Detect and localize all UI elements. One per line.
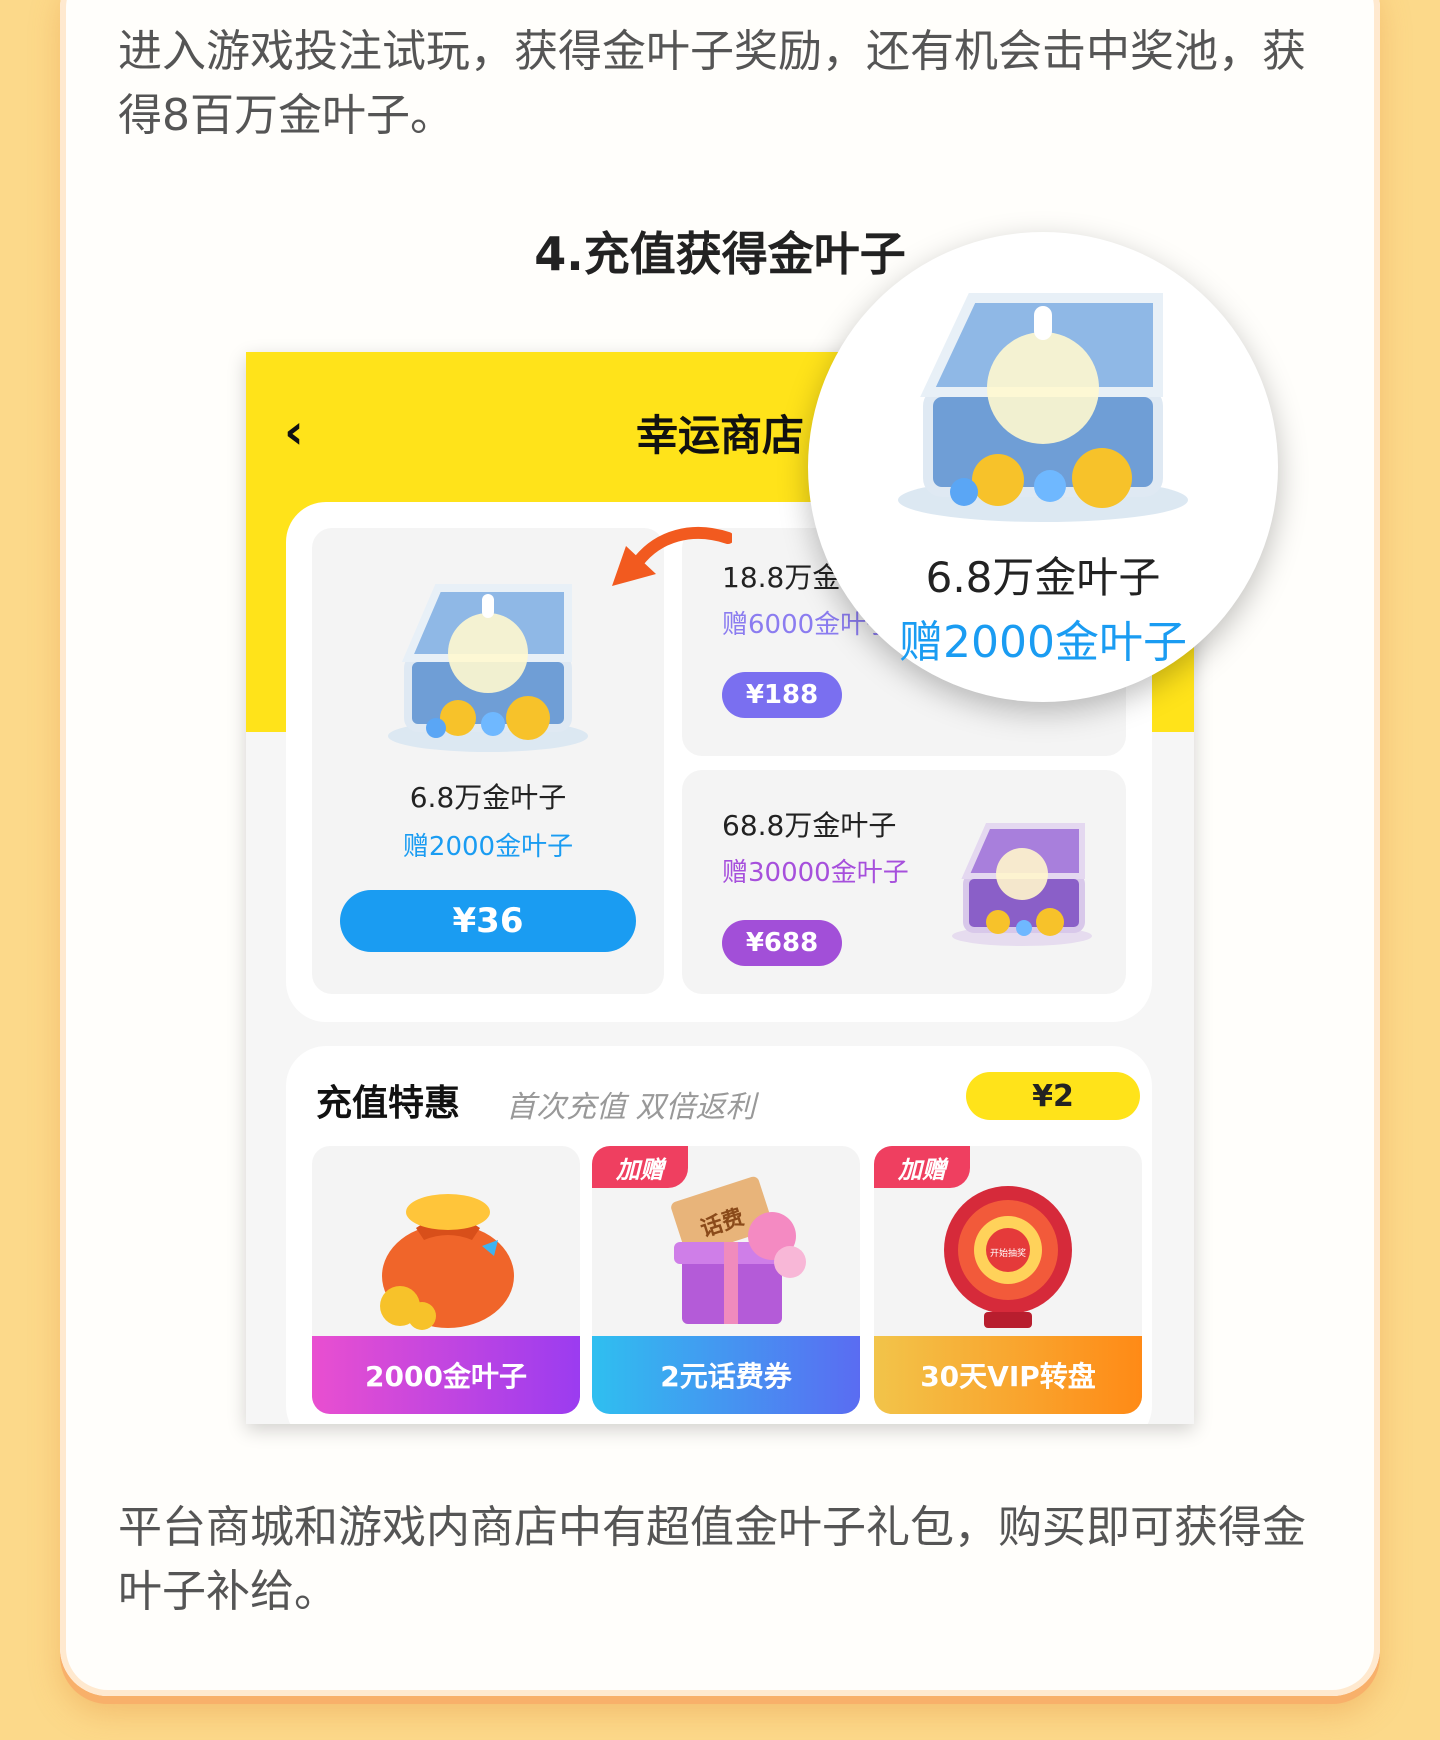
wheel-center-text: 开始抽奖	[990, 1247, 1026, 1259]
buy-button[interactable]: ¥36	[340, 890, 636, 952]
bonus-badge: 加赠	[874, 1146, 970, 1188]
gift-box-icon: 话费	[671, 1176, 806, 1324]
buy-button[interactable]: ¥188	[722, 672, 842, 718]
offer-item-label: 2元话费券	[592, 1336, 860, 1414]
offer-item-1: 2000金叶子	[312, 1146, 580, 1414]
zoom-package-name: 6.8万金叶子	[925, 553, 1161, 602]
package-bonus: 赠30000金叶子	[722, 858, 909, 888]
treasure-chest-purple-icon	[952, 823, 1092, 946]
treasure-chest-blue-icon	[898, 293, 1188, 522]
offers-title: 充值特惠	[316, 1074, 461, 1126]
zoom-package-bonus: 赠2000金叶子	[899, 617, 1187, 668]
offers-subtitle: 首次充值 双倍返利	[506, 1090, 756, 1125]
offer-item-2: 话费 加赠 2元话费券	[592, 1146, 860, 1414]
bonus-badge: 加赠	[592, 1146, 688, 1188]
offer-item-3: 开始抽奖 加赠 30天VIP转盘	[874, 1146, 1142, 1414]
buy-button[interactable]: ¥688	[722, 920, 842, 966]
coin-bag-icon	[380, 1194, 514, 1330]
treasure-chest-blue-icon	[388, 584, 588, 752]
offers-panel: 充值特惠 首次充值 双倍返利 ¥2 2000金叶子 话费 加赠 2元话费券 开始…	[286, 1046, 1152, 1424]
package-name: 6.8万金叶子	[409, 781, 567, 814]
bottom-paragraph: 平台商城和游戏内商店中有超值金叶子礼包，购买即可获得金叶子补给。	[118, 1502, 1306, 1617]
prize-wheel-icon: 开始抽奖	[944, 1186, 1072, 1328]
offer-item-label: 2000金叶子	[312, 1336, 580, 1414]
package-bonus: 赠2000金叶子	[402, 832, 574, 862]
section-title: 4.充值获得金叶子	[534, 227, 906, 281]
offer-buy-button[interactable]: ¥2	[966, 1072, 1140, 1120]
zoom-callout: 6.8万金叶子 赠2000金叶子	[808, 232, 1278, 702]
package-card-3[interactable]: 68.8万金叶子 赠30000金叶子 ¥688	[682, 770, 1126, 994]
intro-paragraph: 进入游戏投注试玩，获得金叶子奖励，还有机会击中奖池，获得8百万金叶子。	[118, 26, 1306, 141]
offer-item-label: 30天VIP转盘	[874, 1336, 1142, 1414]
arrow-icon	[612, 526, 732, 586]
package-name: 68.8万金叶子	[722, 809, 897, 842]
